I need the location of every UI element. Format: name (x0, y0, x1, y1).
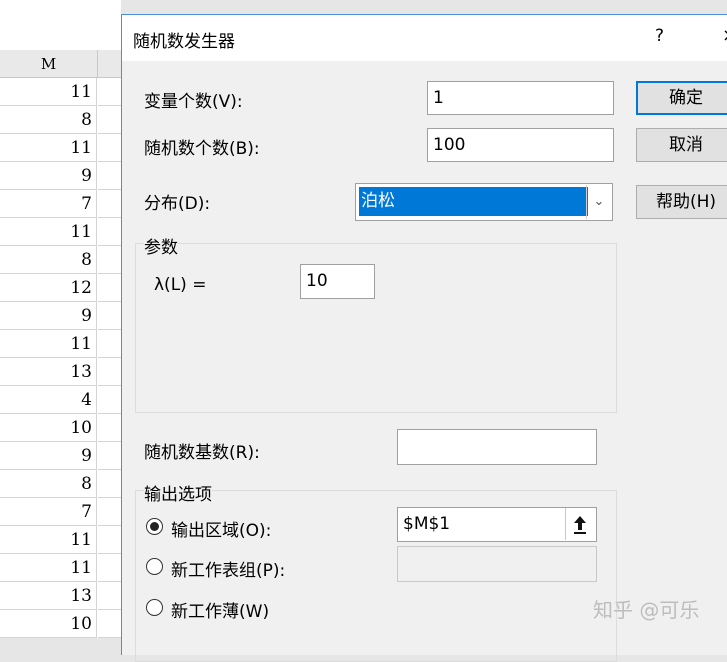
ok-button[interactable]: 确定 (636, 81, 727, 115)
new-sheet-label: 新工作表组(P): (171, 561, 286, 581)
count-label: 随机数个数(B): (144, 139, 260, 159)
variables-label: 变量个数(V): (144, 92, 243, 112)
lambda-input[interactable]: 10 (300, 264, 375, 299)
table-cell[interactable] (98, 78, 121, 106)
dialog-title: 随机数发生器 (133, 32, 235, 52)
params-groupbox (135, 243, 617, 413)
table-cell[interactable] (98, 610, 121, 638)
table-cell[interactable]: 11 (0, 218, 97, 246)
table-cell[interactable]: 9 (0, 302, 97, 330)
lambda-label: λ(L) = (154, 275, 207, 295)
table-cell[interactable]: 12 (0, 274, 97, 302)
help-button[interactable]: 帮助(H) (636, 185, 727, 219)
close-icon[interactable]: × (722, 25, 727, 46)
new-workbook-label: 新工作薄(W) (171, 602, 270, 622)
table-cell[interactable]: 8 (0, 470, 97, 498)
table-cell[interactable]: 10 (0, 610, 97, 638)
cancel-button[interactable]: 取消 (636, 128, 727, 162)
distribution-selected-value[interactable]: 泊松 (359, 187, 588, 216)
variables-input[interactable]: 1 (427, 81, 614, 115)
table-cell[interactable] (98, 134, 121, 162)
help-question-icon[interactable]: ? (655, 26, 664, 46)
table-cell[interactable]: 10 (0, 414, 97, 442)
table-cell[interactable] (98, 386, 121, 414)
column-header-m[interactable]: M (0, 50, 98, 78)
table-cell[interactable] (98, 274, 121, 302)
table-cell[interactable]: 7 (0, 190, 97, 218)
spreadsheet-area: M 11 8 11 9 7 11 8 12 9 11 13 4 10 9 8 7 11 11 13 10 (0, 0, 121, 638)
table-cell[interactable] (98, 246, 121, 274)
watermark-text: 知乎 @可乐 (593, 598, 700, 622)
distribution-label: 分布(D): (144, 194, 211, 214)
table-cell[interactable] (98, 162, 121, 190)
table-cell[interactable] (98, 190, 121, 218)
table-cell[interactable] (98, 498, 121, 526)
column-m-cells: 11 8 11 9 7 11 8 12 9 11 13 4 10 9 8 7 11 11 13 10 (0, 78, 97, 638)
table-cell[interactable]: 9 (0, 442, 97, 470)
upload-arrow-icon (574, 516, 586, 534)
new-sheet-input[interactable] (397, 546, 597, 582)
dialog-titlebar: 随机数发生器 ? × (122, 15, 727, 61)
column-next-cells (98, 78, 121, 638)
table-cell[interactable]: 7 (0, 498, 97, 526)
output-range-radio[interactable] (146, 518, 163, 535)
range-selector-icon[interactable] (565, 508, 594, 540)
table-cell[interactable]: 4 (0, 386, 97, 414)
table-cell[interactable]: 13 (0, 358, 97, 386)
params-title: 参数 (144, 233, 178, 258)
count-input[interactable]: 100 (427, 128, 614, 162)
seed-label: 随机数基数(R): (144, 443, 260, 463)
column-header-next[interactable] (98, 50, 121, 78)
table-cell[interactable]: 8 (0, 106, 97, 134)
table-cell[interactable]: 9 (0, 162, 97, 190)
radio-selected-dot (150, 522, 159, 531)
table-cell[interactable] (98, 470, 121, 498)
table-cell[interactable]: 11 (0, 78, 97, 106)
table-cell[interactable] (98, 554, 121, 582)
distribution-select[interactable]: 泊松 ⌄ (355, 183, 613, 221)
table-cell[interactable]: 11 (0, 330, 97, 358)
table-cell[interactable] (98, 526, 121, 554)
table-cell[interactable]: 11 (0, 554, 97, 582)
random-number-generator-dialog: 随机数发生器 ? × 变量个数(V): 1 随机数个数(B): 100 分布(D… (121, 14, 727, 662)
chevron-down-icon[interactable]: ⌄ (586, 185, 611, 219)
table-cell[interactable] (98, 218, 121, 246)
output-title: 输出选项 (144, 480, 212, 505)
table-cell[interactable] (98, 442, 121, 470)
new-workbook-radio[interactable] (146, 599, 163, 616)
table-cell[interactable]: 13 (0, 582, 97, 610)
table-cell[interactable] (98, 302, 121, 330)
table-cell[interactable]: 11 (0, 134, 97, 162)
table-cell[interactable] (98, 330, 121, 358)
table-cell[interactable]: 8 (0, 246, 97, 274)
table-cell[interactable] (98, 582, 121, 610)
seed-input[interactable] (397, 429, 597, 465)
output-range-label: 输出区域(O): (171, 521, 272, 541)
new-sheet-radio[interactable] (146, 558, 163, 575)
table-cell[interactable] (98, 106, 121, 134)
table-cell[interactable] (98, 414, 121, 442)
table-cell[interactable] (98, 358, 121, 386)
table-cell[interactable]: 11 (0, 526, 97, 554)
